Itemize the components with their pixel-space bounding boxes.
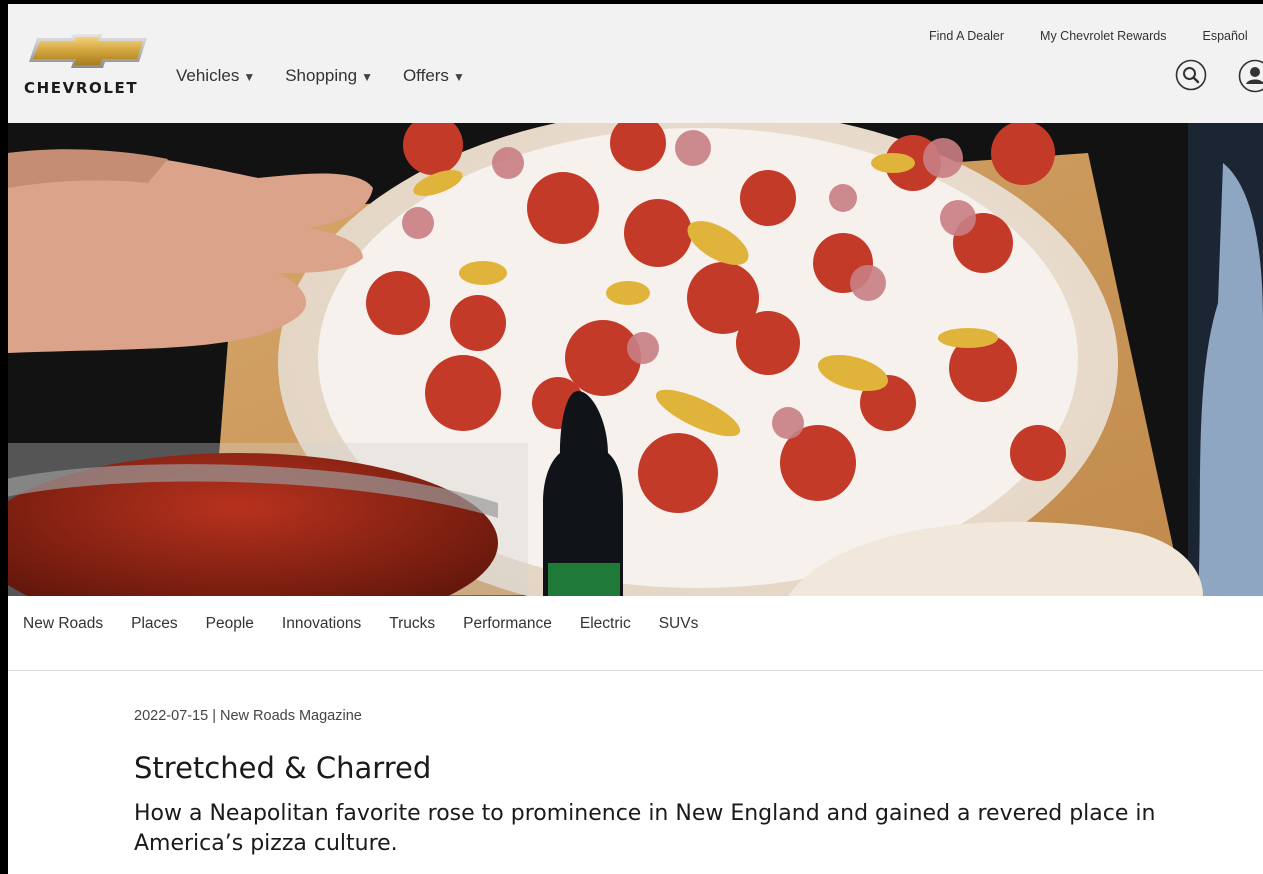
caret-down-icon: ▼ [452,70,465,84]
category-nav: New Roads Places People Innovations Truc… [8,596,1263,671]
article-meta: 2022-07-15 | New Roads Magazine [134,708,362,724]
site-header: CHEVROLET Vehicles ▼ Shopping ▼ Offers ▼ Fi… [8,4,1263,123]
caret-down-icon: ▼ [243,70,256,84]
category-innovations[interactable]: Innovations [282,615,361,633]
pizza-photo [8,123,1263,596]
category-places[interactable]: Places [131,615,178,633]
find-dealer-link[interactable]: Find A Dealer [929,29,1004,43]
search-button[interactable] [1175,59,1207,91]
category-list: New Roads Places People Innovations Truc… [23,615,726,633]
category-electric[interactable]: Electric [580,615,631,633]
article-title: Stretched & Charred [134,751,432,785]
category-trucks[interactable]: Trucks [389,615,435,633]
category-performance[interactable]: Performance [463,615,552,633]
rewards-link[interactable]: My Chevrolet Rewards [1040,29,1166,43]
search-icon [1175,59,1207,91]
nav-vehicles[interactable]: Vehicles ▼ [176,66,255,86]
main-nav: Vehicles ▼ Shopping ▼ Offers ▼ [176,66,495,86]
nav-vehicles-label: Vehicles [176,66,240,85]
language-link[interactable]: Español [1202,29,1247,43]
nav-shopping-label: Shopping [285,66,358,85]
category-people[interactable]: People [206,615,254,633]
caret-down-icon: ▼ [361,70,373,84]
article-subtitle: How a Neapolitan favorite rose to promin… [134,801,1156,856]
category-new-roads[interactable]: New Roads [23,615,103,633]
brand-wordmark: CHEVROLET [24,79,139,97]
chevrolet-bowtie-icon [29,34,147,68]
nav-offers[interactable]: Offers ▼ [403,66,465,86]
page: CHEVROLET Vehicles ▼ Shopping ▼ Offers ▼ Fi… [8,4,1263,874]
chevrolet-logo[interactable]: CHEVROLET [24,30,164,100]
utility-nav: Find A Dealer My Chevrolet Rewards Españ… [929,29,1248,43]
category-suvs[interactable]: SUVs [659,615,699,633]
hero-image [8,123,1263,596]
account-button[interactable] [1238,59,1263,93]
nav-shopping[interactable]: Shopping ▼ [285,66,373,86]
user-account-icon [1238,59,1263,93]
nav-offers-label: Offers [402,66,449,85]
